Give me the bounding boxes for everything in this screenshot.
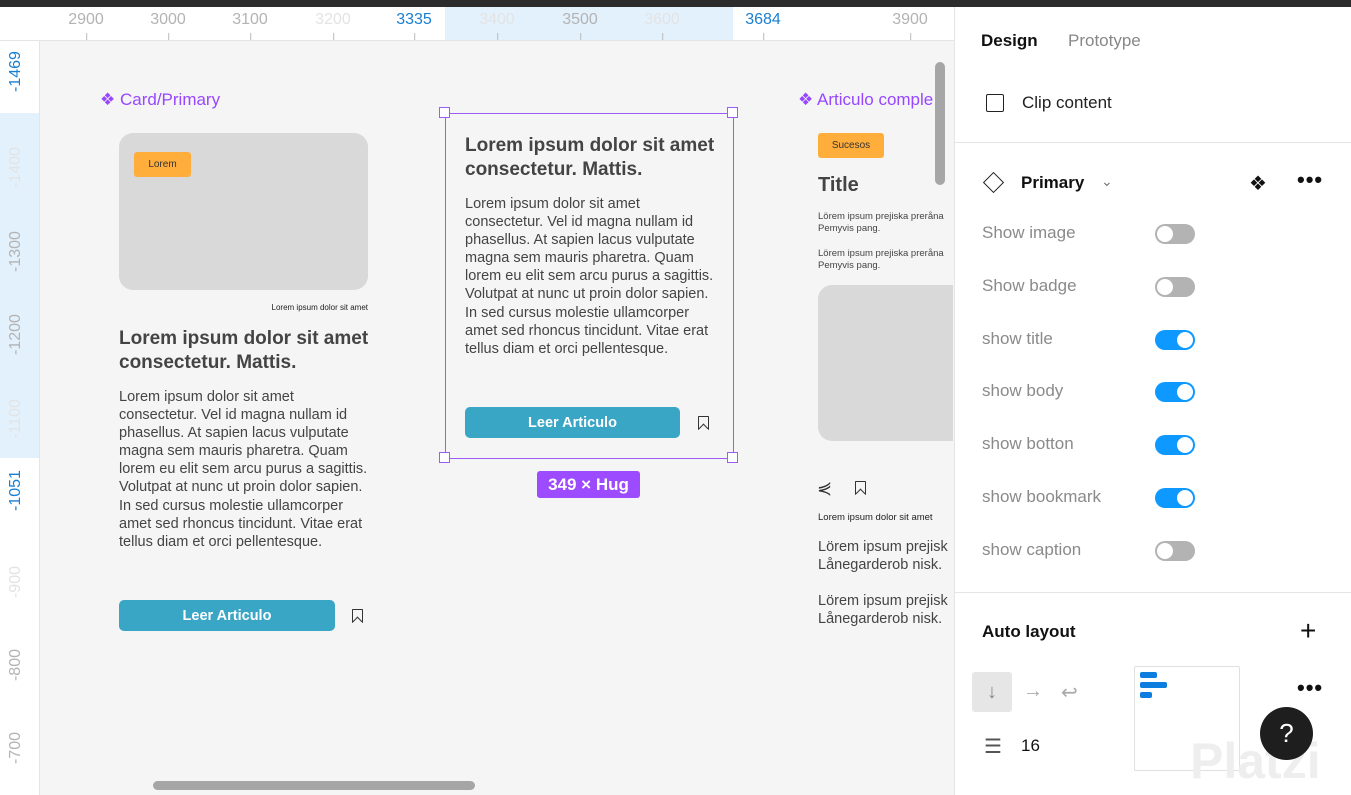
resize-handle[interactable] <box>727 452 738 463</box>
property-label: show body <box>982 381 1064 401</box>
property-toggle[interactable] <box>1155 488 1195 508</box>
property-label: show caption <box>982 539 1082 559</box>
image-placeholder <box>818 285 953 441</box>
property-label: show bookmark <box>982 487 1102 506</box>
ruler-tick: -1400 <box>7 147 24 188</box>
ruler-tick: -900 <box>7 565 24 599</box>
property-toggle[interactable] <box>1155 276 1195 297</box>
size-label: 349 × Hug <box>537 471 640 498</box>
component-icon[interactable]: ❖ <box>1249 171 1267 196</box>
ruler-tick: 3000 <box>150 11 186 40</box>
bookmark-icon[interactable] <box>855 481 866 495</box>
auto-layout-title: Auto layout <box>982 622 1076 641</box>
component-label[interactable]: ❖ Card/Primary <box>100 90 220 110</box>
align-bar <box>1140 692 1152 698</box>
paragraph: Lörem ipsum prejiska prerånа Pemyvis pan… <box>818 211 944 234</box>
ruler-tick: -700 <box>7 731 24 765</box>
instance-icon <box>982 171 1005 194</box>
align-bar <box>1140 682 1167 688</box>
paragraph: Lörem ipsum prejiska prerånа Pemyvis pan… <box>818 248 944 271</box>
clip-content-label: Clip content <box>1022 93 1112 112</box>
card-title: Lorem ipsum dolor sit amet consectetur. … <box>119 328 369 373</box>
vertical-scrollbar[interactable] <box>935 62 945 185</box>
divider <box>955 142 1351 143</box>
gap-value[interactable]: 16 <box>1021 736 1040 756</box>
horizontal-scrollbar[interactable] <box>153 781 475 790</box>
align-bar <box>1140 672 1157 678</box>
more-options-icon[interactable]: ••• <box>1297 675 1323 701</box>
clip-content-checkbox[interactable] <box>986 94 1004 112</box>
help-button[interactable]: ? <box>1260 707 1313 760</box>
ruler-tick: -800 <box>7 648 24 682</box>
component-label[interactable]: ❖ Articulo comple <box>798 90 933 110</box>
ruler-tick: 3684 <box>745 11 781 40</box>
tab-prototype[interactable]: Prototype <box>1068 31 1141 51</box>
component-name: Articulo comple <box>817 90 934 109</box>
resize-handle[interactable] <box>727 107 738 118</box>
direction-horizontal-icon[interactable]: → <box>1023 680 1043 703</box>
property-label: Show badge <box>982 275 1077 295</box>
caption: Lorem ipsum dolor sit amet <box>271 303 368 312</box>
ruler-tick: -1100 <box>7 399 24 439</box>
properties-panel: Design Prototype Clip content Primary ⌄ … <box>954 7 1351 795</box>
property-label: Show image <box>982 223 1076 242</box>
property-label: show title <box>982 328 1053 348</box>
ruler-tick: 3900 <box>892 11 928 40</box>
component-name[interactable]: Primary <box>1021 173 1084 193</box>
property-toggle[interactable] <box>1155 329 1195 350</box>
read-article-button[interactable]: Leer Articulo <box>119 600 335 631</box>
property-toggle[interactable] <box>1155 224 1195 244</box>
resize-handle[interactable] <box>439 107 450 118</box>
ruler-tick: 2900 <box>68 11 104 40</box>
property-toggle[interactable] <box>1155 435 1195 456</box>
property-toggle[interactable] <box>1155 382 1195 403</box>
card-title: Lorem ipsum dolor sit amet consectetur. … <box>465 135 715 180</box>
gap-icon: ☰ <box>984 736 1002 758</box>
ruler-tick: 3100 <box>232 11 268 40</box>
chevron-down-icon[interactable]: ⌄ <box>1101 173 1113 190</box>
wrap-icon[interactable]: ↩ <box>1061 680 1078 705</box>
ruler-tick: -1300 <box>7 231 24 272</box>
ruler-tick: 3335 <box>396 11 432 40</box>
ruler-tick: 3600 <box>644 11 680 40</box>
read-article-button[interactable]: Leer Articulo <box>465 407 680 438</box>
ruler-tick: -1469 <box>7 51 24 92</box>
add-auto-layout-icon[interactable]: + <box>1300 615 1316 647</box>
tab-design[interactable]: Design <box>981 31 1038 51</box>
window-top-bar <box>0 0 1351 7</box>
component-name: Card/Primary <box>119 90 221 109</box>
share-icon[interactable]: ⋞ <box>817 478 832 499</box>
card-title: Title <box>818 174 859 196</box>
more-options-icon[interactable]: ••• <box>1297 167 1323 193</box>
text-block: Lörem ipsum prejisk Lånegarderob nisk. <box>818 539 948 573</box>
caption: Lorem ipsum dolor sit amet <box>818 512 933 523</box>
text-block: Lörem ipsum prejisk Lånegarderob nisk. <box>818 593 948 627</box>
ruler-tick: 3500 <box>562 11 598 40</box>
bookmark-icon[interactable] <box>352 609 363 623</box>
badge: Sucesos <box>818 133 884 158</box>
bookmark-icon[interactable] <box>698 416 709 430</box>
card-body: Lorem ipsum dolor sit amet consectetur. … <box>465 196 714 357</box>
card-body: Lorem ipsum dolor sit amet consectetur. … <box>119 389 368 550</box>
divider <box>955 592 1351 593</box>
property-toggle[interactable] <box>1155 540 1195 561</box>
property-label: show botton <box>982 434 1074 454</box>
ruler-tick: 3400 <box>479 11 515 40</box>
ruler-tick: -1051 <box>7 470 24 511</box>
horizontal-ruler: 2900 3000 3100 3200 3335 3400 3500 3600 3684 3900 <box>0 7 954 41</box>
ruler-tick: -1200 <box>7 314 24 355</box>
resize-handle[interactable] <box>439 452 450 463</box>
ruler-tick: 3200 <box>315 11 351 40</box>
direction-vertical-icon[interactable]: ↓ <box>972 672 1012 712</box>
badge: Lorem <box>134 152 191 177</box>
vertical-ruler: -1469 -1400 -1300 -1200 -1100 -1051 -900 -800 -7… <box>0 41 40 795</box>
